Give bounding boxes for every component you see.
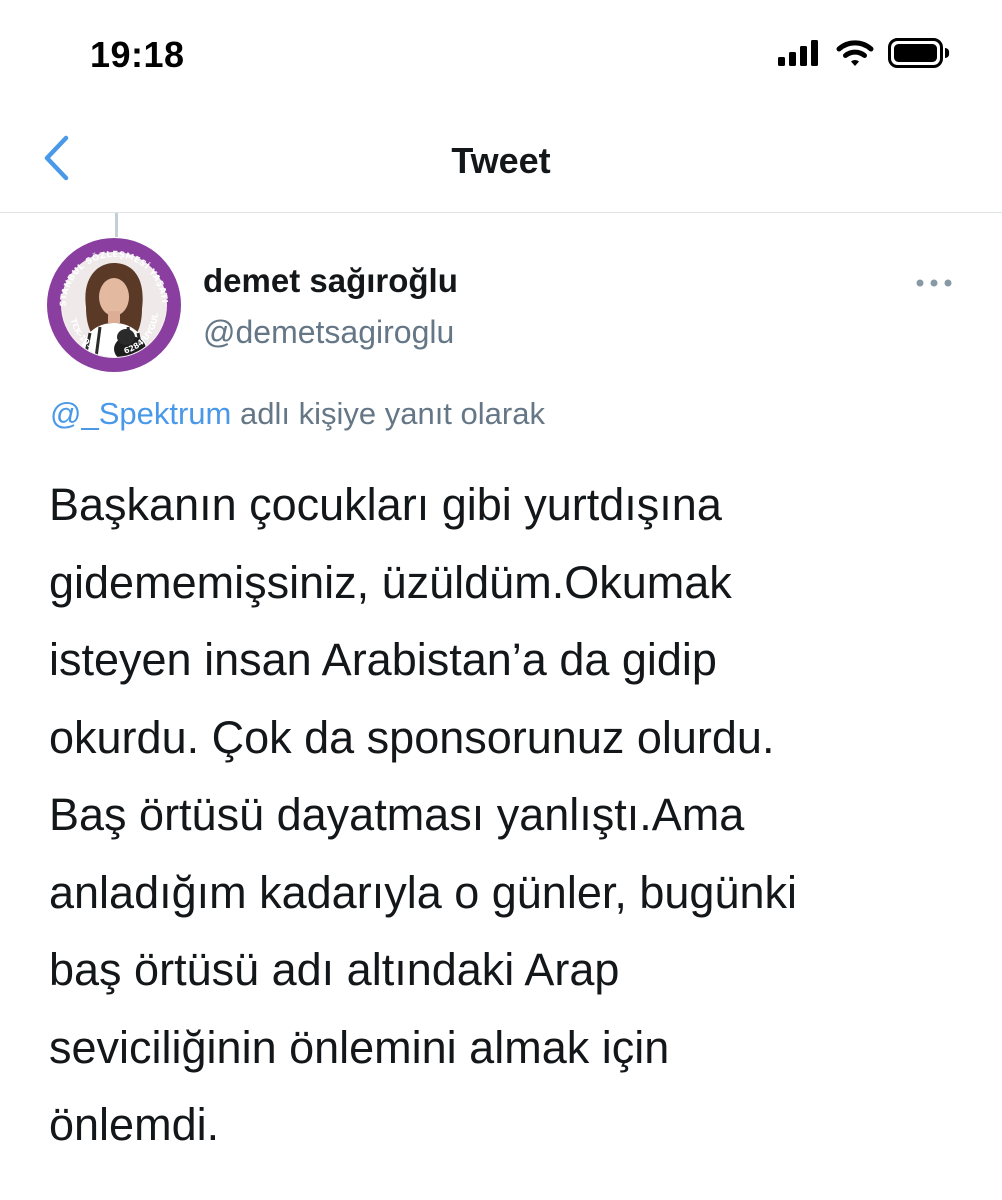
nav-bar: Tweet bbox=[0, 110, 1002, 213]
tweet-text-line: Başkanın çocukları gibi yurtdışına bbox=[49, 479, 722, 530]
avatar[interactable]: İSTANBUL SÖZLEŞMESİ YAŞATIR TCK-103 6284… bbox=[46, 237, 182, 373]
tweet-text-line: baş örtüsü adı altındaki Arap bbox=[49, 944, 620, 995]
more-options-button[interactable] bbox=[912, 268, 956, 298]
status-bar: 19:18 bbox=[0, 0, 1002, 110]
tweet-text-line: önlemdi. bbox=[49, 1099, 220, 1150]
tweet-text-line: isteyen insan Arabistan’a da gidip bbox=[49, 634, 717, 685]
tweet-text-line: seviciliğinin önlemini almak için bbox=[49, 1021, 670, 1073]
cellular-signal-icon bbox=[778, 39, 822, 71]
wifi-icon bbox=[836, 39, 874, 72]
more-horizontal-icon bbox=[916, 274, 952, 292]
tweet-text-line: Baş örtüsü dayatması yanlıştı.Ama bbox=[49, 789, 745, 840]
thread-connector-line bbox=[115, 213, 118, 237]
status-icons bbox=[778, 37, 950, 73]
avatar-image: İSTANBUL SÖZLEŞMESİ YAŞATIR TCK-103 6284… bbox=[46, 237, 181, 372]
battery-icon bbox=[888, 37, 950, 73]
reply-context: @_Spektrum adlı kişiye yanıt olarak bbox=[50, 396, 545, 432]
tweet-text: Başkanın çocukları gibi yurtdışına gidem… bbox=[49, 466, 979, 1164]
status-time: 19:18 bbox=[90, 34, 185, 75]
author-name[interactable]: demet sağıroğlu bbox=[203, 262, 458, 300]
page-title: Tweet bbox=[451, 140, 551, 181]
tweet-text-line: anladığım kadarıyla o günler, bugünki bbox=[49, 866, 797, 918]
tweet-text-line: gidememişsiniz, üzüldüm.Okumak bbox=[49, 556, 732, 608]
reply-mention-link[interactable]: @_Spektrum bbox=[50, 396, 231, 431]
reply-context-text: adlı kişiye yanıt olarak bbox=[231, 396, 545, 431]
author-handle[interactable]: @demetsagiroglu bbox=[203, 314, 454, 351]
tweet-text-line: okurdu. Çok da sponsorunuz olurdu. bbox=[49, 711, 775, 763]
